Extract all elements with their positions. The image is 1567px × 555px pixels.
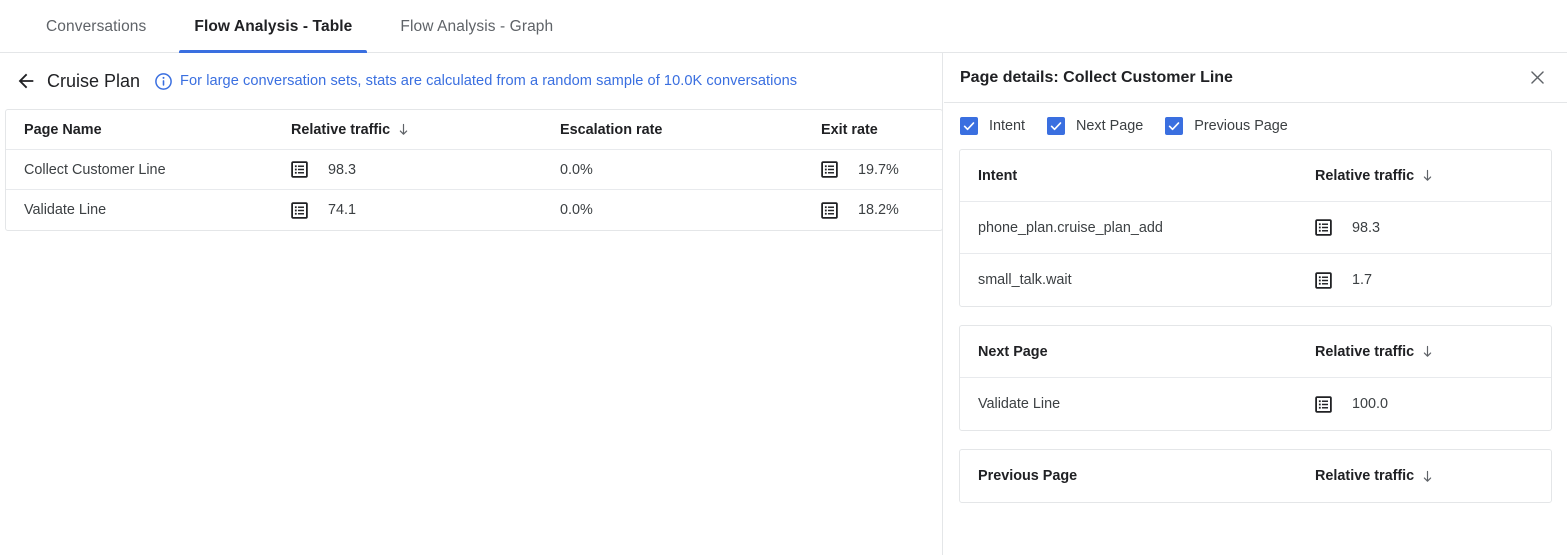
section-previous-page: Previous Page Relative traffic bbox=[959, 449, 1552, 503]
column-header-exit-rate[interactable]: Exit rate bbox=[821, 122, 941, 138]
table-row[interactable]: Validate Line bbox=[960, 378, 1551, 430]
section-header-label: Previous Page bbox=[960, 468, 1315, 484]
cell-value: 0.0% bbox=[560, 162, 593, 178]
tab-flow-analysis-table[interactable]: Flow Analysis - Table bbox=[170, 0, 376, 53]
arrow-left-icon[interactable] bbox=[12, 67, 40, 95]
tab-conversations[interactable]: Conversations bbox=[22, 0, 170, 53]
column-label: Page Name bbox=[24, 122, 102, 138]
panel-title: Page details: Collect Customer Line bbox=[960, 69, 1523, 87]
cell-value: 98.3 bbox=[1352, 220, 1380, 236]
app-root: Conversations Flow Analysis - Table Flow… bbox=[0, 0, 1567, 555]
cell-value: 98.3 bbox=[328, 162, 356, 178]
checkbox-next-page[interactable]: Next Page bbox=[1047, 117, 1143, 135]
cell-value: 74.1 bbox=[328, 202, 356, 218]
arrow-down-icon bbox=[1420, 168, 1435, 183]
sampling-info-text: For large conversation sets, stats are c… bbox=[180, 73, 797, 89]
column-header-relative-traffic[interactable]: Relative traffic bbox=[291, 122, 560, 138]
cell-intent-name: small_talk.wait bbox=[960, 272, 1315, 288]
column-label: Relative traffic bbox=[1315, 468, 1414, 484]
cell-relative-traffic: 74.1 bbox=[291, 202, 560, 219]
table-row[interactable]: small_talk.wait bbox=[960, 254, 1551, 306]
checkbox-intent[interactable]: Intent bbox=[960, 117, 1025, 135]
cell-exit-rate: 19.7% bbox=[821, 161, 941, 178]
column-label: Relative traffic bbox=[1315, 344, 1414, 360]
list-table-icon[interactable] bbox=[291, 161, 308, 178]
page-details-panel: Page details: Collect Customer Line Inte… bbox=[944, 53, 1567, 555]
cell-value: 1.7 bbox=[1352, 272, 1372, 288]
section-header-row: Next Page Relative traffic bbox=[960, 326, 1551, 378]
cell-value: 18.2% bbox=[858, 202, 899, 218]
list-table-icon[interactable] bbox=[1315, 396, 1332, 413]
cell-relative-traffic: 1.7 bbox=[1315, 272, 1551, 289]
checkbox-label: Next Page bbox=[1076, 118, 1143, 134]
cell-page-name: Validate Line bbox=[6, 202, 291, 218]
cell-exit-rate: 18.2% bbox=[821, 202, 941, 219]
cell-relative-traffic: 100.0 bbox=[1315, 396, 1551, 413]
left-pane: Cruise Plan For large conversation sets,… bbox=[0, 53, 943, 555]
column-header-relative-traffic[interactable]: Relative traffic bbox=[1315, 468, 1551, 484]
table-row[interactable]: phone_plan.cruise_plan_add bbox=[960, 202, 1551, 254]
list-table-icon[interactable] bbox=[821, 161, 838, 178]
cell-relative-traffic: 98.3 bbox=[291, 161, 560, 178]
cell-intent-name: phone_plan.cruise_plan_add bbox=[960, 220, 1315, 236]
arrow-down-icon bbox=[396, 122, 411, 137]
list-table-icon[interactable] bbox=[1315, 272, 1332, 289]
arrow-down-icon bbox=[1420, 469, 1435, 484]
section-next-page: Next Page Relative traffic bbox=[959, 325, 1552, 431]
cell-relative-traffic: 98.3 bbox=[1315, 219, 1551, 236]
column-header-escalation-rate[interactable]: Escalation rate bbox=[560, 122, 821, 138]
column-header-relative-traffic[interactable]: Relative traffic bbox=[1315, 168, 1551, 184]
flow-analysis-table: Page Name Relative traffic Escalation ra… bbox=[5, 109, 943, 231]
table-row[interactable]: Validate Line 74.1 bbox=[6, 190, 942, 230]
column-header-page-name[interactable]: Page Name bbox=[6, 122, 291, 138]
checkbox-checked-icon[interactable] bbox=[1047, 117, 1065, 135]
cell-escalation-rate: 0.0% bbox=[560, 202, 821, 218]
column-label: Exit rate bbox=[821, 122, 878, 138]
cell-value: 0.0% bbox=[560, 202, 593, 218]
tab-label: Flow Analysis - Graph bbox=[400, 18, 553, 36]
cell-escalation-rate: 0.0% bbox=[560, 162, 821, 178]
arrow-down-icon bbox=[1420, 344, 1435, 359]
cell-value: 100.0 bbox=[1352, 396, 1388, 412]
section-header-label: Intent bbox=[960, 168, 1315, 184]
tab-flow-analysis-graph[interactable]: Flow Analysis - Graph bbox=[376, 0, 577, 53]
checkbox-previous-page[interactable]: Previous Page bbox=[1165, 117, 1288, 135]
column-label: Escalation rate bbox=[560, 122, 662, 138]
breadcrumb: Cruise Plan For large conversation sets,… bbox=[0, 53, 943, 109]
list-table-icon[interactable] bbox=[821, 202, 838, 219]
section-header-row: Previous Page Relative traffic bbox=[960, 450, 1551, 502]
tab-label: Flow Analysis - Table bbox=[194, 18, 352, 36]
list-table-icon[interactable] bbox=[291, 202, 308, 219]
column-label: Relative traffic bbox=[291, 122, 390, 138]
column-label: Relative traffic bbox=[1315, 168, 1414, 184]
tab-bar: Conversations Flow Analysis - Table Flow… bbox=[0, 0, 1567, 53]
checkbox-label: Intent bbox=[989, 118, 1025, 134]
panel-header: Page details: Collect Customer Line bbox=[944, 53, 1567, 103]
panel-sections: Intent Relative traffic pho bbox=[944, 149, 1567, 555]
tab-label: Conversations bbox=[46, 18, 146, 36]
filter-checkbox-row: Intent Next Page Previous Page bbox=[944, 103, 1567, 149]
checkbox-label: Previous Page bbox=[1194, 118, 1288, 134]
section-header-row: Intent Relative traffic bbox=[960, 150, 1551, 202]
checkbox-checked-icon[interactable] bbox=[1165, 117, 1183, 135]
close-icon[interactable] bbox=[1523, 64, 1551, 92]
page-title: Cruise Plan bbox=[47, 71, 140, 92]
list-table-icon[interactable] bbox=[1315, 219, 1332, 236]
column-header-relative-traffic[interactable]: Relative traffic bbox=[1315, 344, 1551, 360]
table-row[interactable]: Collect Customer Line 98.3 bbox=[6, 150, 942, 190]
tab-list: Conversations Flow Analysis - Table Flow… bbox=[0, 0, 577, 53]
cell-page-name: Validate Line bbox=[960, 396, 1315, 412]
section-intent: Intent Relative traffic pho bbox=[959, 149, 1552, 307]
cell-page-name: Collect Customer Line bbox=[6, 162, 291, 178]
checkbox-checked-icon[interactable] bbox=[960, 117, 978, 135]
info-circle-icon bbox=[154, 72, 173, 91]
cell-value: 19.7% bbox=[858, 162, 899, 178]
table-header-row: Page Name Relative traffic Escalation ra… bbox=[6, 110, 942, 150]
section-header-label: Next Page bbox=[960, 344, 1315, 360]
